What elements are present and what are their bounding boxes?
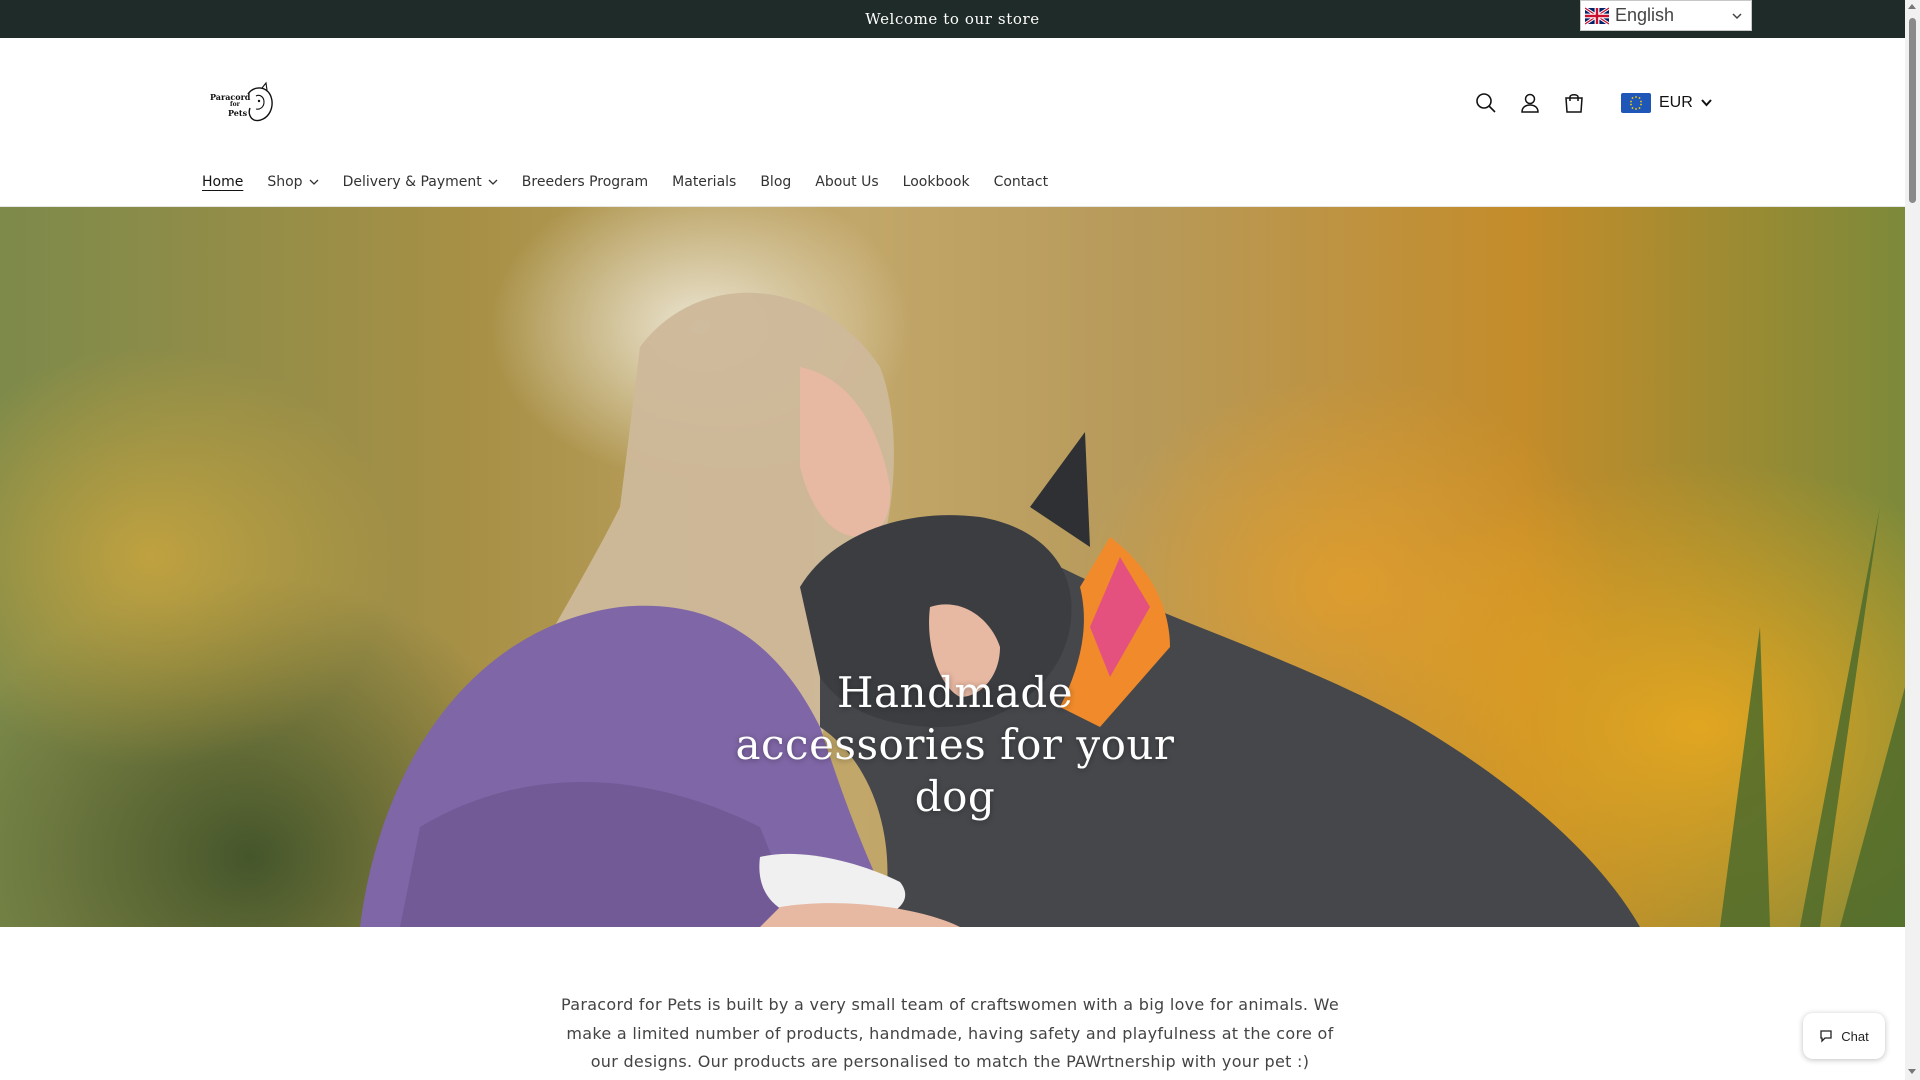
search-icon [1476, 93, 1496, 113]
nav-item-contact[interactable]: Contact [994, 174, 1048, 190]
currency-selector[interactable]: EUR [1621, 93, 1712, 113]
site-logo[interactable]: Paracord for Pets [200, 80, 280, 130]
nav-item-delivery-payment[interactable]: Delivery & Payment [343, 174, 498, 190]
nav-item-home[interactable]: Home [202, 174, 243, 190]
nav-item-label: Breeders Program [521, 174, 649, 190]
eu-flag-icon [1621, 93, 1651, 113]
page-scrollbar[interactable] [1905, 0, 1920, 1080]
nav-item-label: Lookbook [902, 174, 970, 190]
language-label: English [1615, 5, 1675, 25]
nav-item-label: Blog [760, 174, 792, 190]
hero-banner: Handmade accessories for your dog [0, 207, 1905, 927]
announcement-text: Welcome to our store [865, 10, 1040, 28]
nav-item-about-us[interactable]: About Us [815, 174, 878, 190]
nav-item-label: Shop [267, 174, 303, 190]
dog-head-logo-icon [247, 81, 273, 122]
nav-item-blog[interactable]: Blog [760, 174, 791, 190]
scroll-down-icon[interactable] [1908, 1069, 1916, 1074]
chat-button[interactable]: Chat [1803, 1013, 1885, 1059]
search-button[interactable] [1475, 92, 1497, 114]
chevron-down-icon [1732, 12, 1742, 19]
hero-title: Handmade accessories for your dog [735, 668, 1175, 821]
account-button[interactable] [1519, 92, 1541, 114]
language-selector[interactable]: English [1580, 0, 1752, 31]
nav-item-label: About Us [815, 174, 879, 190]
nav-item-shop[interactable]: Shop [267, 174, 319, 190]
logo-text-line3: Pets [228, 108, 248, 118]
nav-item-lookbook[interactable]: Lookbook [903, 174, 970, 190]
chat-label: Chat [1841, 1028, 1869, 1044]
nav-item-breeders-program[interactable]: Breeders Program [522, 174, 648, 190]
chevron-down-icon [1701, 99, 1712, 107]
main-nav: Home Shop Delivery & Payment Breeders Progr… [202, 174, 1072, 190]
chevron-down-icon [309, 179, 319, 185]
chat-bubble-icon [1820, 1030, 1832, 1043]
logo-text-line2: for [230, 101, 240, 108]
site-header: Paracord for Pets EUR Home Shop Delivery… [0, 38, 1905, 207]
nav-item-label: Home [202, 174, 244, 190]
nav-item-label: Materials [672, 174, 737, 190]
scroll-thumb[interactable] [1909, 18, 1916, 203]
nav-item-label: Delivery & Payment [342, 174, 482, 190]
account-icon [1521, 93, 1539, 113]
scroll-up-icon[interactable] [1908, 4, 1916, 9]
currency-code: EUR [1659, 94, 1693, 111]
uk-flag-icon [1585, 6, 1609, 25]
header-icons: EUR [1475, 92, 1712, 114]
cart-icon [1565, 94, 1583, 113]
intro-text: Paracord for Pets is built by a very sma… [560, 995, 1340, 1071]
chevron-down-icon [488, 179, 498, 185]
cart-button[interactable] [1563, 92, 1585, 114]
nav-item-materials[interactable]: Materials [672, 174, 736, 190]
nav-item-label: Contact [993, 174, 1049, 190]
